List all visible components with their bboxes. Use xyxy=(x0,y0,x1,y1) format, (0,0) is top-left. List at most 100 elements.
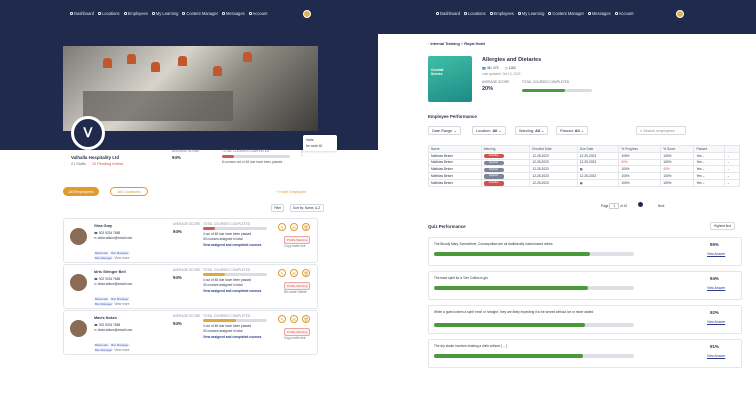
popover-line-1[interactable]: Invite xyxy=(306,138,314,142)
table-row[interactable]: Matthias Beiser Overdue 12-25-2023 12-25… xyxy=(428,151,741,160)
pending-invites[interactable]: 12 Pending Invites xyxy=(92,162,123,166)
breadcrumb-part-1[interactable]: Internal Training xyxy=(430,42,460,46)
user-avatar-2[interactable] xyxy=(676,10,684,18)
table-header-cell[interactable]: Warning xyxy=(480,145,531,153)
nav-dashboard[interactable]: Dashboard xyxy=(70,11,94,16)
delete-icon[interactable]: 🗑 xyxy=(302,315,310,323)
employee-email: ✉ olivia.wilson@email.com xyxy=(94,328,133,332)
nav-content[interactable]: Content Manager xyxy=(182,11,218,16)
employee-card[interactable]: Gina Gray ☎ 002 9234 7688 ✉ olivia.wilso… xyxy=(63,218,318,263)
nav-locations[interactable]: Locations xyxy=(98,11,120,16)
row-expand-icon[interactable]: ⌄ xyxy=(723,151,741,160)
view-courses-link[interactable]: View assigned and completed courses xyxy=(203,289,261,293)
mail-action-icon[interactable]: ✉ xyxy=(290,269,298,277)
view-answer-link[interactable]: View Answer xyxy=(707,252,725,256)
employee-card[interactable]: Idris Stringer Bell ☎ 002 9234 7688 ✉ ol… xyxy=(63,264,318,309)
view-answer-link[interactable]: View Answer xyxy=(707,354,725,358)
table-header-cell[interactable]: Due Date xyxy=(576,145,620,153)
nav2-employees[interactable]: Employees xyxy=(489,11,514,16)
date-range-filter[interactable]: Date Range ⌄ xyxy=(428,126,461,135)
more-options-icon[interactable]: ⋮ xyxy=(299,150,305,157)
cell-passed: Yes ⌄ xyxy=(693,165,725,174)
view-courses-link[interactable]: View assigned and completed courses xyxy=(203,335,261,339)
table-header-cell[interactable]: Enrolled Date xyxy=(529,145,578,153)
next-page-button[interactable]: Next xyxy=(658,204,665,208)
view-answer-link[interactable]: View Answer xyxy=(707,320,725,324)
page-input[interactable]: 1 xyxy=(609,203,620,209)
table-header-action xyxy=(723,145,741,153)
view-more-link[interactable]: View more xyxy=(114,256,129,260)
delete-icon[interactable]: 🗑 xyxy=(302,223,310,231)
table-header-cell[interactable]: Name xyxy=(428,145,482,153)
employee-line-1: 4 out of 48 due have been passed xyxy=(203,324,252,328)
row-expand-icon[interactable]: ⌄ xyxy=(723,178,741,187)
row-expand-icon[interactable]: ⌄ xyxy=(723,165,741,174)
nav-learning[interactable]: My Learning xyxy=(151,11,178,16)
passed-filter[interactable]: Passed: All ⌄ xyxy=(556,126,588,135)
quiz-item: The Bloody Mary, Screwdriver, Cosmopolit… xyxy=(428,237,742,266)
mail-action-icon[interactable]: ✉ xyxy=(290,315,298,323)
nav-employees[interactable]: Employees xyxy=(123,11,148,16)
cell-enrolled: 12-25-2023 xyxy=(529,172,578,180)
view-courses-link[interactable]: View assigned and completed courses xyxy=(203,243,261,247)
view-more-link[interactable]: View more xyxy=(114,302,129,306)
tab-all-employees[interactable]: All Employees xyxy=(63,187,99,196)
invite-action[interactable]: Copy invite link xyxy=(284,244,305,248)
cell-score: 100% xyxy=(660,172,695,180)
profile-warning-badge[interactable]: Profile Warning xyxy=(284,282,311,290)
content-icon xyxy=(548,12,552,15)
view-more-link[interactable]: View more xyxy=(114,348,129,352)
nav2-learning[interactable]: My Learning xyxy=(517,11,544,16)
employee-search-input[interactable]: ⌕ Search employees xyxy=(636,126,686,135)
calendar-icon: ▦ xyxy=(579,167,583,172)
edit-icon[interactable]: ✎ xyxy=(278,315,286,323)
nav2-locations[interactable]: Locations xyxy=(464,11,486,16)
nav2-dashboard[interactable]: Dashboard xyxy=(436,11,460,16)
dashboard-icon xyxy=(436,12,439,15)
message-icon xyxy=(222,12,225,15)
sort-select[interactable]: Sort by: Name, A-Z xyxy=(290,204,324,212)
page-dot-active[interactable] xyxy=(638,202,643,207)
user-avatar[interactable] xyxy=(303,10,311,18)
filter-button[interactable]: Filter xyxy=(271,204,285,212)
left-screen: Dashboard Locations Employees My Learnin… xyxy=(0,0,378,401)
nav-messages[interactable]: Messages xyxy=(222,11,245,16)
table-header-cell[interactable]: % Progress xyxy=(618,145,662,153)
table-row[interactable]: Matthias Beiser Expired 12-25-2023 12-25… xyxy=(428,172,741,180)
invite-employee-button[interactable]: + Invite Employee xyxy=(276,190,306,194)
edit-icon[interactable]: ✎ xyxy=(278,269,286,277)
nav2-content[interactable]: Content Manager xyxy=(548,11,584,16)
view-answer-link[interactable]: View Answer xyxy=(707,286,725,290)
invite-action[interactable]: Copy invite link xyxy=(284,336,305,340)
employee-total-label: TOTAL COURSES COMPLETED xyxy=(203,222,251,226)
profile-warning-badge[interactable]: Profile Warning xyxy=(284,236,311,244)
profile-warning-badge[interactable]: Profile Warning xyxy=(284,328,311,336)
employee-card[interactable]: Mavis Nokes ☎ 002 9234 7688 ✉ olivia.wil… xyxy=(63,310,318,355)
nav-account[interactable]: Account xyxy=(248,11,267,16)
row-expand-icon[interactable]: ⌄ xyxy=(723,158,741,167)
row-expand-icon[interactable]: ⌄ xyxy=(723,172,741,180)
warning-filter[interactable]: Warning: All ⌄ xyxy=(515,126,549,135)
status-badge: Expired xyxy=(483,174,504,179)
quiz-score: 91% xyxy=(710,344,719,349)
invite-action[interactable]: Re-invite Delete xyxy=(284,290,307,294)
table-header-cell[interactable]: Passed xyxy=(693,145,725,153)
cell-warning: Overdue xyxy=(480,151,531,160)
table-row[interactable]: Matthias Beiser Expired 12-25-2023 12-25… xyxy=(428,158,741,167)
table-header-cell[interactable]: % Score xyxy=(660,145,695,153)
location-filter[interactable]: Location: All ⌄ xyxy=(472,126,506,135)
nav2-account[interactable]: Account xyxy=(614,11,633,16)
company-name: Valhalla Hospitality Ltd xyxy=(71,155,120,160)
cell-score: 100% xyxy=(660,158,695,167)
delete-icon[interactable]: 🗑 xyxy=(302,269,310,277)
table-row[interactable]: Matthias Beiser Expired 12-25-2023 ▦ 100… xyxy=(428,165,741,174)
table-row[interactable]: Matthias Beiser Overdue 12-25-2023 ▦ 100… xyxy=(428,178,741,187)
employee-name: Idris Stringer Bell xyxy=(94,270,126,274)
employee-performance-title: Employee Performance xyxy=(428,114,477,119)
quiz-sort-select[interactable]: Highest first xyxy=(710,222,735,230)
nav2-messages[interactable]: Messages xyxy=(588,11,611,16)
mail-action-icon[interactable]: ✉ xyxy=(290,223,298,231)
employee-avg-label: AVERAGE SCORE xyxy=(173,268,201,272)
tab-all-locations[interactable]: All Locations xyxy=(110,187,148,196)
edit-icon[interactable]: ✎ xyxy=(278,223,286,231)
